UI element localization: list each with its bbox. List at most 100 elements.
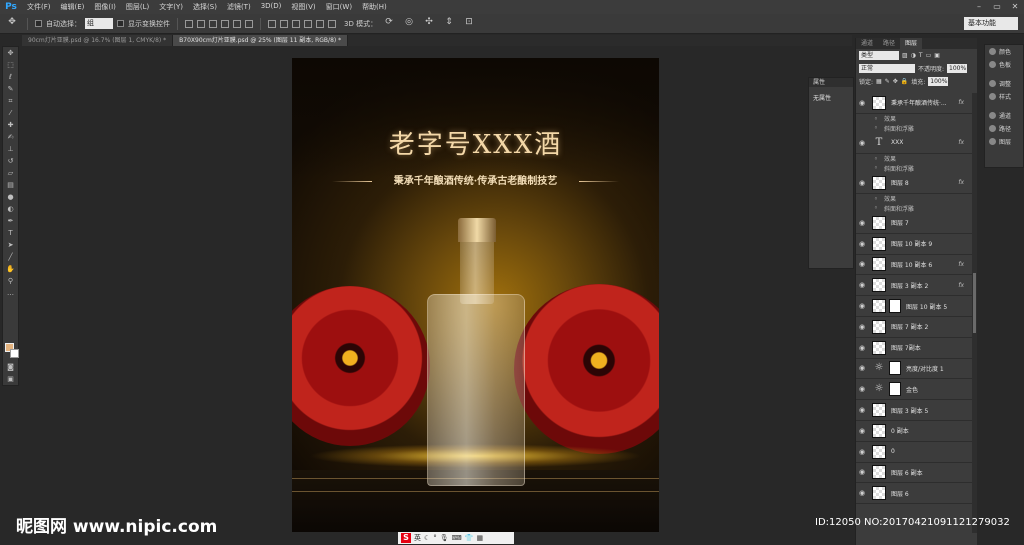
move-tool-icon[interactable]: ✥ <box>4 17 20 31</box>
shape-icon[interactable]: ╱ <box>3 252 18 263</box>
layer-filter-dropdown[interactable]: 类型 <box>859 51 899 60</box>
layer-row[interactable]: ◉ ☼ 金色 <box>856 379 974 401</box>
minimize-icon[interactable]: – <box>970 0 988 14</box>
auto-select-dropdown[interactable]: 组 <box>85 18 113 29</box>
effect-eye-icon[interactable]: ◦ <box>870 115 882 123</box>
brush-icon[interactable]: ✍ <box>3 132 18 143</box>
visibility-eye-icon[interactable]: ◉ <box>856 468 868 476</box>
visibility-eye-icon[interactable]: ◉ <box>856 281 868 289</box>
pen-icon[interactable]: ✒ <box>3 216 18 227</box>
layer-row[interactable]: ◉ 0 副本 <box>856 421 974 442</box>
distribute-middle-icon[interactable] <box>280 19 288 28</box>
layer-row[interactable]: ◉ 图层 7副本 <box>856 338 974 359</box>
layer-effect-row[interactable]: ◦ 效果 <box>856 154 974 164</box>
layer-row[interactable]: ◉ 图层 7 <box>856 213 974 234</box>
layer-row[interactable]: ◉ 图层 10 副本 5 <box>856 296 974 317</box>
grid-icon[interactable]: ▦ <box>477 534 484 542</box>
menu-item-5[interactable]: 选择(S) <box>188 2 222 12</box>
workspace-select[interactable]: 基本功能 <box>964 17 1018 30</box>
layer-fx-badge[interactable]: fx <box>958 99 964 106</box>
dock-item-5[interactable]: 路径 <box>985 122 1023 135</box>
quick-select-icon[interactable]: ✎ <box>3 84 18 95</box>
menu-item-9[interactable]: 窗口(W) <box>321 2 357 12</box>
keyboard-icon[interactable]: ⌨ <box>452 534 462 542</box>
layer-effect-row[interactable]: ◦ 效果 <box>856 114 974 124</box>
layer-row[interactable]: ◉ 图层 8 fx <box>856 173 974 194</box>
filter-smart-icon[interactable]: ▣ <box>934 52 940 59</box>
effect-eye-icon[interactable]: ◦ <box>870 164 882 172</box>
slide-3d-icon[interactable]: ⇕ <box>441 17 457 31</box>
auto-select-checkbox[interactable] <box>35 20 42 27</box>
filter-shape-icon[interactable]: ▭ <box>926 52 932 59</box>
filter-type-icon[interactable]: T <box>919 52 923 59</box>
quick-mask-icon[interactable]: ◙ <box>3 362 18 373</box>
dodge-icon[interactable]: ◐ <box>3 204 18 215</box>
layer-mask-thumbnail[interactable] <box>889 382 901 397</box>
layer-effect-row[interactable]: ◦ 斜面和浮雕 <box>856 163 974 173</box>
properties-title[interactable]: 属性 <box>809 78 853 87</box>
move-icon[interactable]: ✥ <box>3 48 18 59</box>
visibility-eye-icon[interactable]: ◉ <box>856 219 868 227</box>
layer-fx-badge[interactable]: fx <box>958 179 964 186</box>
distribute-center-icon[interactable] <box>316 19 324 28</box>
layer-effect-row[interactable]: ◦ 斜面和浮雕 <box>856 123 974 133</box>
layer-mask-thumbnail[interactable] <box>889 361 901 376</box>
rotate-3d-icon[interactable]: ⟳ <box>381 17 397 31</box>
punct-icon[interactable]: ° <box>433 534 437 542</box>
menu-item-8[interactable]: 视图(V) <box>286 2 320 12</box>
screen-mode-icon[interactable]: ▣ <box>3 374 18 385</box>
document-canvas[interactable]: 老字号XXX酒 秉承千年酿酒传统·传承古老酿制技艺 <box>292 58 659 532</box>
scale-3d-icon[interactable]: ⊡ <box>461 17 477 31</box>
distribute-top-icon[interactable] <box>268 19 276 28</box>
dock-item-2[interactable]: 调整 <box>985 77 1023 90</box>
lock-position-icon[interactable]: ✥ <box>893 78 898 85</box>
distribute-right-icon[interactable] <box>328 19 336 28</box>
marquee-icon[interactable]: ⬚ <box>3 60 18 71</box>
mic-icon[interactable]: 🎙 <box>440 534 449 542</box>
layer-row[interactable]: ◉ 0 <box>856 442 974 463</box>
pan-3d-icon[interactable]: ✣ <box>421 17 437 31</box>
effect-eye-icon[interactable]: ◦ <box>870 155 882 163</box>
effect-eye-icon[interactable]: ◦ <box>870 124 882 132</box>
eyedropper-icon[interactable]: ⁄ <box>3 108 18 119</box>
opacity-field[interactable]: 100% <box>947 64 968 73</box>
align-bottom-icon[interactable] <box>209 19 217 28</box>
lock-all-icon[interactable]: 🔒 <box>901 78 908 85</box>
layer-effect-row[interactable]: ◦ 效果 <box>856 194 974 204</box>
more-tools-icon[interactable]: … <box>3 288 18 299</box>
menu-item-6[interactable]: 滤镜(T) <box>222 2 256 12</box>
tab-paths[interactable]: 路径 <box>878 38 900 49</box>
dock-item-3[interactable]: 样式 <box>985 90 1023 103</box>
visibility-eye-icon[interactable]: ◉ <box>856 427 868 435</box>
hand-icon[interactable]: ✋ <box>3 264 18 275</box>
menu-item-3[interactable]: 图层(L) <box>121 2 154 12</box>
menu-item-0[interactable]: 文件(F) <box>22 2 56 12</box>
shirt-icon[interactable]: 👕 <box>465 534 474 542</box>
menu-item-7[interactable]: 3D(D) <box>256 2 287 12</box>
layer-fx-badge[interactable]: fx <box>958 261 964 268</box>
maximize-icon[interactable]: ▭ <box>988 0 1006 14</box>
show-transform-checkbox[interactable] <box>117 20 124 27</box>
zoom-icon[interactable]: ⚲ <box>3 276 18 287</box>
fill-field[interactable]: 100% <box>928 77 949 86</box>
align-left-icon[interactable] <box>221 19 229 28</box>
visibility-eye-icon[interactable]: ◉ <box>856 139 868 147</box>
visibility-eye-icon[interactable]: ◉ <box>856 489 868 497</box>
blend-mode-dropdown[interactable]: 正常 <box>859 64 915 73</box>
doc-tab-2[interactable]: B70X90cm灯片亚膜.psd @ 25% (图层 11 副本, RGB/8)… <box>173 35 349 46</box>
history-brush-icon[interactable]: ↺ <box>3 156 18 167</box>
layer-fx-badge[interactable]: fx <box>958 139 964 146</box>
path-select-icon[interactable]: ➤ <box>3 240 18 251</box>
visibility-eye-icon[interactable]: ◉ <box>856 385 868 393</box>
type-icon[interactable]: T <box>3 228 18 239</box>
dock-item-0[interactable]: 颜色 <box>985 45 1023 58</box>
menu-item-2[interactable]: 图像(I) <box>89 2 121 12</box>
dock-item-6[interactable]: 图层 <box>985 135 1023 148</box>
layer-row[interactable]: ◉ 图层 10 副本 6 fx <box>856 255 974 276</box>
ime-lang[interactable]: 英 <box>414 533 421 543</box>
doc-tab-1[interactable]: 90cm灯片亚膜.psd @ 16.7% (图层 1, CMYK/8) * <box>22 35 174 46</box>
healing-brush-icon[interactable]: ✚ <box>3 120 18 131</box>
layer-effect-row[interactable]: ◦ 斜面和浮雕 <box>856 203 974 213</box>
visibility-eye-icon[interactable]: ◉ <box>856 240 868 248</box>
layer-row[interactable]: ◉ 图层 6 <box>856 483 974 505</box>
